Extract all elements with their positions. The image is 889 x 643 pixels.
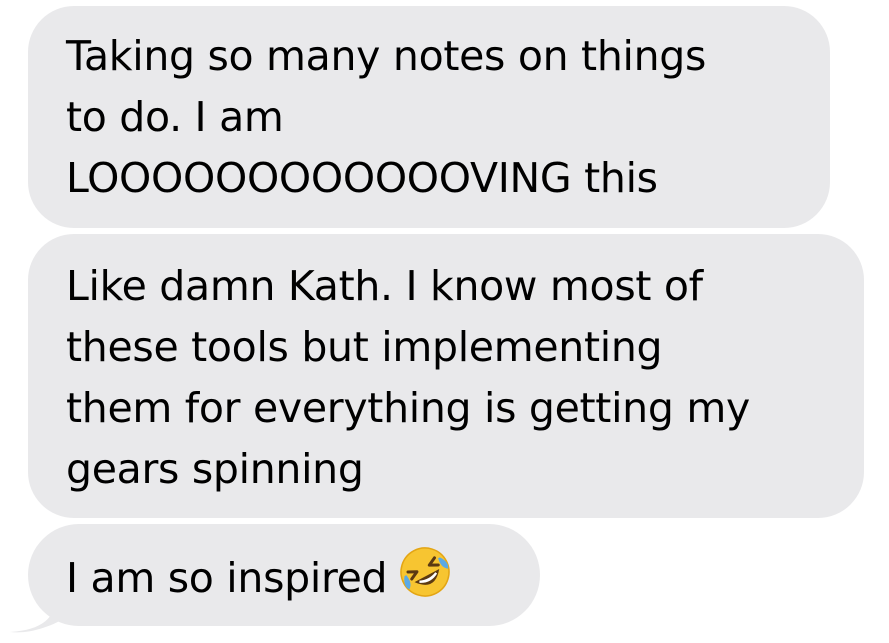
message-text-line: I am so inspired [66, 544, 502, 609]
received-message-bubble[interactable]: I am so inspired [28, 524, 540, 626]
message-text-line: gears spinning [66, 445, 364, 493]
message-text: I am so inspired [66, 554, 388, 602]
message-text-line: these tools but implementing [66, 323, 663, 371]
message-text-line: Like damn Kath. I know most of [66, 262, 703, 310]
message-text-line: them for everything is getting my [66, 384, 750, 432]
message-text-line: Taking so many notes on things [66, 32, 707, 80]
received-message-bubble[interactable]: Taking so many notes on things to do. I … [28, 6, 830, 228]
message-text-line: LOOOOOOOOOOOOVING this [66, 154, 658, 202]
message-text-line: to do. I am [66, 93, 284, 141]
rolling-on-floor-laughing-icon [400, 547, 451, 597]
message-thread: Taking so many notes on things to do. I … [0, 0, 889, 643]
received-message-bubble[interactable]: Like damn Kath. I know most of these too… [28, 234, 864, 518]
